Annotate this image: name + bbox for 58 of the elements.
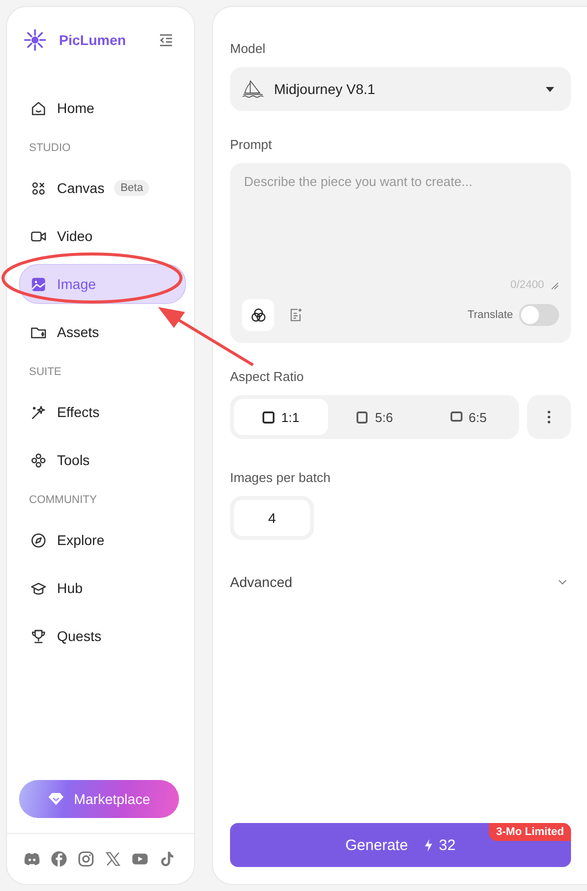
brand-name: PicLumen [59,32,127,48]
field-label: Aspect Ratio [230,369,305,384]
sparkle-logo-icon [23,28,47,52]
trophy-icon [30,628,47,644]
nav-item[interactable]: Tools [19,440,186,480]
x-logo-icon[interactable] [104,850,122,868]
aspect-option[interactable]: 5:6 [328,399,422,435]
caret-down-icon [545,86,555,92]
house-icon [30,100,47,116]
nav-item[interactable]: Home [19,88,186,128]
nav-item[interactable]: Canvas Beta [19,168,186,208]
advanced-section-toggle[interactable]: Advanced [230,574,571,590]
flower-icon [30,452,47,468]
document-plus-icon[interactable] [288,307,304,323]
sailboat-icon [242,79,264,99]
square-icon [356,410,369,424]
nav-item[interactable]: Explore [19,520,186,560]
square-icon [450,410,463,424]
nodes-icon [30,180,47,196]
generate-button[interactable]: Generate 32 3-Mo Limited [230,823,571,867]
nav-item[interactable]: Quests [19,616,186,656]
nav-item[interactable]: Hub [19,568,186,608]
compass-icon [30,532,47,548]
nav-item[interactable]: Assets [19,312,186,352]
aspect-option[interactable]: 1:1 [234,399,328,435]
field-label: Images per batch [230,470,332,485]
beta-badge: Beta [114,180,150,196]
nav-item[interactable]: Image [19,264,186,304]
style-button[interactable] [242,299,274,331]
nav-item[interactable]: Video [19,216,186,256]
gem-icon [48,792,64,806]
marketplace-button[interactable]: Marketplace [19,780,179,818]
square-icon [262,410,276,424]
lightning-icon [424,838,433,852]
vertical-dots-icon [547,410,551,424]
tiktok-icon[interactable] [158,850,176,868]
magic-wand-icon [30,404,47,420]
section-heading: COMMUNITY [28,493,98,508]
section-heading: SUITE [28,365,62,380]
image-icon [30,276,47,292]
discord-icon[interactable] [23,850,41,868]
prompt-text-input[interactable]: Describe the piece you want to create... [242,174,559,279]
resize-handle-icon[interactable] [550,280,559,290]
aspect-option[interactable]: 6:5 [421,399,516,435]
overlapping-circles-icon [250,306,266,324]
batch-count-field[interactable]: 4 [230,496,314,540]
chevron-down-icon [558,579,567,585]
collapse-menu-icon[interactable] [158,32,174,48]
limited-offer-badge: 3-Mo Limited [489,823,571,841]
field-label: Prompt [230,137,273,152]
translate-label: Translate [468,309,513,321]
nav-item[interactable]: Effects [19,392,186,432]
instagram-icon[interactable] [77,850,95,868]
facebook-icon[interactable] [50,850,68,868]
model-dropdown[interactable]: Midjourney V8.1 [230,67,571,111]
field-label: Model [230,41,266,56]
section-heading: STUDIO [28,141,72,156]
translate-toggle[interactable] [519,304,559,326]
